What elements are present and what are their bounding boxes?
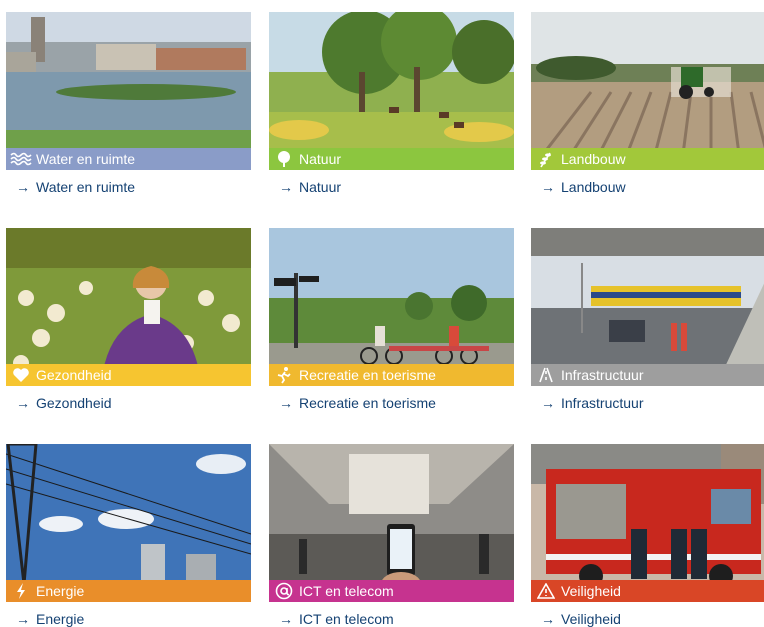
tile-band: ICT en telecom: [269, 580, 514, 602]
runner-icon: [269, 364, 299, 386]
tile-band: Water en ruimte: [6, 148, 251, 170]
photo-meadow-cattle: [269, 12, 514, 170]
link-ict-en-telecom[interactable]: → ICT en telecom: [279, 611, 394, 627]
tile-title: Natuur: [299, 151, 342, 167]
wheat-icon: [531, 148, 561, 170]
link-veiligheid[interactable]: → Veiligheid: [541, 611, 621, 627]
photo-river-town: [6, 12, 251, 150]
tile-recreatie-en-toerisme[interactable]: Recreatie en toerisme → Recreatie en toer…: [269, 228, 514, 411]
tile-title: Landbouw: [561, 151, 626, 167]
tile-title: Veiligheid: [561, 583, 621, 599]
lightning-icon: [6, 580, 36, 602]
photo-dandelion-field: [6, 228, 251, 386]
road-icon: [531, 364, 561, 386]
link-landbouw[interactable]: → Landbouw: [541, 179, 626, 195]
tile-image-water[interactable]: Water en ruimte: [6, 12, 251, 170]
tile-title: Energie: [36, 583, 85, 599]
tile-title: Water en ruimte: [36, 151, 136, 167]
tile-title: Infrastructuur: [561, 367, 644, 383]
tile-band: Infrastructuur: [531, 364, 764, 386]
tile-band: Landbouw: [531, 148, 764, 170]
photo-highway-train: [531, 228, 764, 386]
link-natuur[interactable]: → Natuur: [279, 179, 341, 195]
arrow-right-icon: →: [541, 611, 555, 627]
tile-image-ict[interactable]: ICT en telecom: [269, 444, 514, 602]
arrow-right-icon: →: [279, 611, 293, 627]
tile-band: Natuur: [269, 148, 514, 170]
link-energie[interactable]: → Energie: [16, 611, 84, 627]
tile-band: Energie: [6, 580, 251, 602]
tile-veiligheid[interactable]: Veiligheid → Veiligheid: [531, 444, 764, 627]
tile-image-natuur[interactable]: Natuur: [269, 12, 514, 170]
heart-icon: [6, 364, 36, 386]
tile-energie[interactable]: Energie → Energie: [6, 444, 251, 627]
tile-image-recreatie[interactable]: Recreatie en toerisme: [269, 228, 514, 386]
tile-image-veiligheid[interactable]: Veiligheid: [531, 444, 764, 602]
tile-image-gezondheid[interactable]: Gezondheid: [6, 228, 251, 386]
tile-landbouw[interactable]: Landbouw → Landbouw: [531, 12, 764, 195]
tile-title: Gezondheid: [36, 367, 112, 383]
arrow-right-icon: →: [16, 179, 30, 195]
at-sign-icon: [269, 580, 299, 602]
link-water-en-ruimte[interactable]: → Water en ruimte: [16, 179, 135, 195]
tile-band: Gezondheid: [6, 364, 251, 386]
tile-image-infrastructuur[interactable]: Infrastructuur: [531, 228, 764, 386]
tile-infrastructuur[interactable]: Infrastructuur → Infrastructuur: [531, 228, 764, 411]
tile-water-en-ruimte[interactable]: Water en ruimte → Water en ruimte: [6, 12, 251, 195]
photo-cyclists-path: [269, 228, 514, 386]
link-recreatie-en-toerisme[interactable]: → Recreatie en toerisme: [279, 395, 436, 411]
waves-icon: [6, 148, 36, 170]
tile-title: ICT en telecom: [299, 583, 394, 599]
arrow-right-icon: →: [279, 395, 293, 411]
tree-icon: [269, 148, 299, 170]
arrow-right-icon: →: [541, 395, 555, 411]
arrow-right-icon: →: [16, 395, 30, 411]
tile-image-landbouw[interactable]: Landbouw: [531, 12, 764, 170]
photo-power-lines: [6, 444, 251, 602]
warning-icon: [531, 580, 561, 602]
photo-fire-truck: [531, 444, 764, 602]
tile-band: Recreatie en toerisme: [269, 364, 514, 386]
arrow-right-icon: →: [541, 179, 555, 195]
tile-title: Recreatie en toerisme: [299, 367, 436, 383]
photo-tractor-field: [531, 12, 764, 170]
arrow-right-icon: →: [16, 611, 30, 627]
tile-image-energie[interactable]: Energie: [6, 444, 251, 602]
arrow-right-icon: →: [279, 179, 293, 195]
tile-natuur[interactable]: Natuur → Natuur: [269, 12, 514, 195]
link-infrastructuur[interactable]: → Infrastructuur: [541, 395, 643, 411]
photo-station-smartphone: [269, 444, 514, 602]
link-gezondheid[interactable]: → Gezondheid: [16, 395, 112, 411]
tile-ict-en-telecom[interactable]: ICT en telecom → ICT en telecom: [269, 444, 514, 627]
tile-gezondheid[interactable]: Gezondheid → Gezondheid: [6, 228, 251, 411]
tile-band: Veiligheid: [531, 580, 764, 602]
